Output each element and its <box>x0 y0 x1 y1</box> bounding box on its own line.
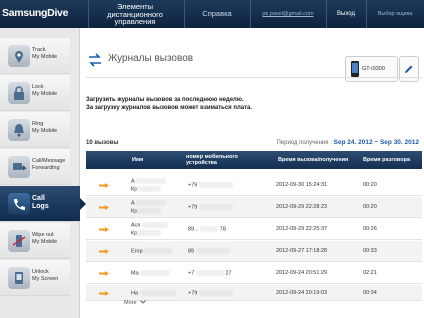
pencil-icon <box>405 65 413 73</box>
notice-text: Загрузить журналы вызовов за последнюю н… <box>86 97 252 112</box>
notice-line: За загрузку журналов вызовов может взима… <box>86 104 253 111</box>
main-content: Журналы вызовов GT-I9300 Загрузить журна… <box>86 36 422 318</box>
divider <box>88 0 89 28</box>
table-row[interactable]: Ма +7 27 2012-09-24 20:51:29 02:21 <box>86 263 422 284</box>
period-value[interactable]: Sep 24. 2012 ~ Sep 30. 2012 <box>334 139 419 146</box>
caller-name: А Кр <box>131 200 167 216</box>
caller-name: Егор <box>131 248 173 254</box>
phone-number: 89... 78 <box>188 226 226 233</box>
table-row[interactable]: А Кр +79 2012-09-29 22:28:23 00:20 <box>86 197 422 218</box>
caller-name: А Кр <box>131 178 167 194</box>
sidebar-item-label: Track My Mobile <box>32 47 58 60</box>
outgoing-call-icon <box>99 183 109 188</box>
page-title: Журналы вызовов <box>108 53 194 64</box>
outgoing-call-icon <box>99 291 109 296</box>
col-time: Время вызова/получения <box>278 157 349 163</box>
call-logs-header-icon <box>89 53 101 67</box>
call-time: 2012-09-30 15:24:31 <box>276 182 328 188</box>
outgoing-call-icon <box>99 249 109 254</box>
app-title-line: управления <box>114 17 156 26</box>
sidebar-item-ring[interactable]: Ring My Mobile <box>0 112 70 148</box>
table-header: Имя номер мобильного устройства Время вы… <box>86 151 422 169</box>
call-time: 2012-09-29 22:25:37 <box>276 226 328 232</box>
call-duration: 00:34 <box>363 290 377 296</box>
track-icon <box>8 45 30 67</box>
phone-icon <box>351 61 359 77</box>
device-select-button[interactable]: Выбор ящика <box>366 0 424 28</box>
page-header: Журналы вызовов GT-I9300 <box>86 48 419 82</box>
wipe-icon <box>8 230 30 252</box>
sidebar-item-track[interactable]: Track My Mobile <box>0 38 70 74</box>
sidebar-item-label: Call/Message Forwarding <box>32 158 66 171</box>
sidebar-item-label: Ring My Mobile <box>32 121 58 134</box>
sidebar-item-unlock[interactable]: Unlock My Screen <box>0 260 70 296</box>
call-time: 2012-09-27 17:18:28 <box>276 248 328 254</box>
outgoing-call-icon <box>99 271 109 276</box>
phone-number: +79 <box>188 182 233 188</box>
col-duration: Время разговора <box>363 157 411 163</box>
account-email-link[interactable]: pk.pavel@gmail.com <box>250 0 326 28</box>
call-time: 2012-09-24 20:19:03 <box>276 290 328 296</box>
call-duration: 00:20 <box>363 204 377 210</box>
col-number-line: устройства <box>186 160 217 166</box>
forwarding-icon <box>8 156 30 178</box>
logout-button[interactable]: Выход <box>326 0 366 28</box>
call-duration: 00:26 <box>363 226 377 232</box>
chevron-down-icon <box>140 300 146 304</box>
notice-line: Загрузить журналы вызовов за последнюю н… <box>86 97 244 103</box>
divider <box>86 77 422 78</box>
lock-icon <box>8 82 30 104</box>
call-duration: 00:33 <box>363 248 377 254</box>
sidebar: Track My Mobile Lock My Mobile Ring My Mobi… <box>0 28 86 318</box>
edit-button[interactable] <box>399 56 419 82</box>
ring-icon <box>8 119 30 141</box>
sidebar-item-lock[interactable]: Lock My Mobile <box>0 75 70 111</box>
device-badge[interactable]: GT-I9300 <box>345 56 398 82</box>
call-count: 10 вызовы <box>86 140 119 146</box>
caller-name: Ма <box>131 270 171 276</box>
sidebar-item-label: Call Logs <box>32 195 49 210</box>
samsung-dive-logo: SamsungDive <box>2 7 69 19</box>
call-time: 2012-09-24 20:51:29 <box>276 270 328 276</box>
call-logs-icon <box>8 193 30 215</box>
phone-number: +79 <box>188 204 233 210</box>
table-row[interactable]: На +79 2012-09-24 20:19:03 00:34 <box>86 285 422 301</box>
caller-name: На <box>131 290 176 296</box>
sidebar-item-label: Lock My Mobile <box>32 84 58 97</box>
sidebar-item-label: Unlock My Screen <box>32 269 59 282</box>
phone-number: +79 <box>188 290 233 296</box>
table-row[interactable]: Ася Кр 89... 78 2012-09-29 22:25:37 00:2… <box>86 219 422 240</box>
device-name: GT-I9300 <box>362 66 385 72</box>
period-label: Период получения : <box>276 140 332 146</box>
sidebar-item-call-logs[interactable]: Call Logs <box>0 186 86 222</box>
page: SamsungDive Элементы дистанционного упра… <box>0 0 424 318</box>
sidebar-item-wipe[interactable]: Wipe out My Mobile <box>0 223 70 259</box>
unlock-icon <box>8 267 30 289</box>
period-range: Период получения : Sep 24. 2012 ~ Sep 30… <box>276 139 419 146</box>
help-link[interactable]: Справка <box>184 0 250 28</box>
call-duration: 00:20 <box>363 182 377 188</box>
sidebar-item-forwarding[interactable]: Call/Message Forwarding <box>0 149 70 185</box>
col-number: номер мобильного устройства <box>186 154 238 166</box>
phone-number: +7 27 <box>188 270 232 277</box>
caller-name: Ася Кр <box>131 222 168 238</box>
col-name: Имя <box>132 157 144 163</box>
outgoing-call-icon <box>99 227 109 232</box>
sidebar-item-label: Wipe out My Mobile <box>32 232 58 245</box>
app-title: Элементы дистанционного управления <box>90 3 180 26</box>
table-row[interactable]: Егор 89 2012-09-27 17:18:28 00:33 <box>86 241 422 262</box>
outgoing-call-icon <box>99 205 109 210</box>
table-row[interactable]: А Кр +79 2012-09-30 15:24:31 00:20 <box>86 175 422 196</box>
more-label: More <box>124 300 137 306</box>
call-time: 2012-09-29 22:28:23 <box>276 204 328 210</box>
top-bar: SamsungDive Элементы дистанционного упра… <box>0 0 424 28</box>
more-button[interactable]: More <box>124 300 146 306</box>
phone-number: 89 <box>188 248 230 254</box>
call-duration: 02:21 <box>363 270 377 276</box>
